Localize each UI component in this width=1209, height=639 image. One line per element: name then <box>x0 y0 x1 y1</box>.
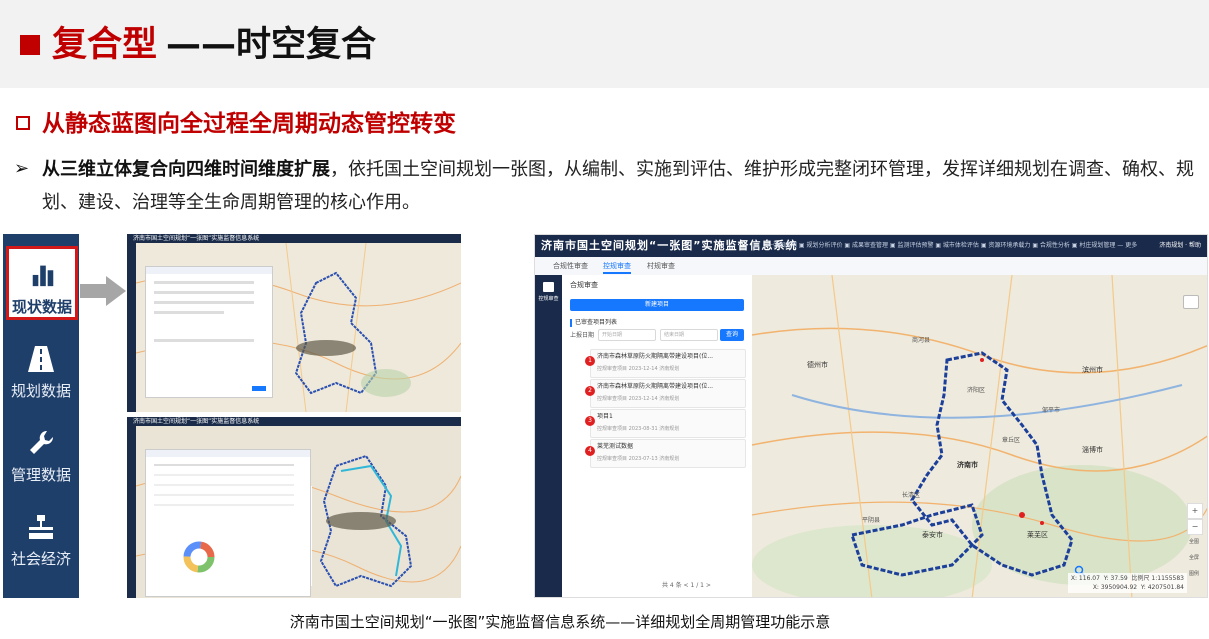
project-meta: 控规审查项目 2023-07-13 济南规划 <box>597 456 680 462</box>
map-label: 济南市 <box>957 461 978 469</box>
thumbnail-rail <box>127 243 136 412</box>
title-square-icon <box>20 35 40 55</box>
thumbnail-rail <box>127 426 136 598</box>
search-button[interactable]: 查询 <box>720 329 744 341</box>
thumbnail-dialog <box>145 266 273 398</box>
new-project-button[interactable]: 新建项目 <box>570 299 744 311</box>
sidebar-item-socioeconomic[interactable]: 社会经济 <box>3 498 79 576</box>
project-number-badge: 2 <box>585 386 595 396</box>
project-meta: 控规审查项目 2023-12-14 济南规划 <box>597 396 680 402</box>
app-menu[interactable]: 一张图应用 ▣ 规划分析评价 ▣ 成果审查管理 ▣ 监测评估预警 ▣ 城市体检评… <box>767 240 1137 252</box>
bullet-arrow-icon: ➢ <box>14 158 30 179</box>
project-name: 项目1 <box>597 413 613 420</box>
zoom-out-button[interactable]: − <box>1187 519 1203 535</box>
thumbnail-dialog <box>145 449 311 597</box>
tab-regulatory-plan-review[interactable]: 控规审查 <box>603 260 631 274</box>
project-number-badge: 1 <box>585 356 595 366</box>
map-label: 滨州市 <box>1082 366 1103 374</box>
end-date-field[interactable]: 结束日期 <box>660 329 718 341</box>
project-meta: 控规审查项目 2023-12-14 济南规划 <box>597 366 680 372</box>
thumbnail-header: 济南市国土空间规划“一张图”实施监督信息系统 <box>127 234 461 243</box>
map-label: 平阴县 <box>862 517 881 524</box>
map-label: 泰安市 <box>922 531 943 539</box>
arrow-right-icon <box>80 276 126 306</box>
pagination[interactable]: 共 4 条 < 1 / 1 > <box>662 581 711 591</box>
fullscreen-button[interactable]: 全屏 <box>1187 555 1201 562</box>
project-list-title: 已审查项目列表 <box>570 319 617 327</box>
slide-title-rest: ——时空复合 <box>166 25 377 65</box>
document-icon[interactable] <box>543 282 554 292</box>
map-label: 德州市 <box>807 361 828 369</box>
start-date-field[interactable]: 开始日期 <box>598 329 656 341</box>
map-label: 章丘区 <box>1002 437 1021 444</box>
sidebar-item-label: 社会经济 <box>10 550 71 568</box>
app-left-rail: 控规审查 <box>535 275 562 597</box>
app-header: 济南市国土空间规划“一张图”实施监督信息系统 一张图应用 ▣ 规划分析评价 ▣ … <box>535 235 1207 257</box>
tab-compliance-review[interactable]: 合规性审查 <box>553 260 588 272</box>
app-user-menu[interactable]: 济南规划 · 帮助 <box>1159 240 1201 252</box>
project-card[interactable]: 4 莱芜测试数据 控规审查项目 2023-07-13 济南规划 <box>585 439 746 468</box>
thumbnail-screenshot-top: 济南市国土空间规划“一张图”实施监督信息系统 <box>127 234 461 412</box>
project-card[interactable]: 3 项目1 控规审查项目 2023-08-31 济南规划 <box>585 409 746 438</box>
bullet-bold: 从三维立体复合向四维时间维度扩展 <box>42 159 330 180</box>
figure-caption: 济南市国土空间规划“一张图”实施监督信息系统——详细规划全周期管理功能示意 <box>289 613 831 631</box>
review-panel: 合规审查 新建项目 已审查项目列表 上报日期 开始日期 结束日期 查询 1 济南… <box>562 275 753 597</box>
project-meta: 控规审查项目 2023-08-31 济南规划 <box>597 426 680 432</box>
sidebar-item-status-data[interactable]: 现状数据 <box>6 246 78 320</box>
map-label: 淄博市 <box>1082 446 1103 454</box>
full-extent-button[interactable]: 全图 <box>1187 539 1201 546</box>
panel-title: 合规审查 <box>570 281 598 289</box>
data-sidebar: 现状数据 规划数据 管理数据 社会经济 <box>3 234 79 598</box>
app-title: 济南市国土空间规划“一张图”实施监督信息系统 <box>541 239 798 252</box>
sidebar-item-management-data[interactable]: 管理数据 <box>3 414 79 492</box>
map-label: 长清区 <box>902 492 921 499</box>
map-label: 邹平市 <box>1042 407 1061 414</box>
briefcase-icon[interactable] <box>1183 295 1199 309</box>
map-label: 济阳区 <box>967 387 986 394</box>
sidebar-item-label: 管理数据 <box>10 466 71 484</box>
sidebar-item-label: 现状数据 <box>11 298 72 316</box>
date-label: 上报日期 <box>570 332 595 339</box>
app-screenshot-main: 济南市国土空间规划“一张图”实施监督信息系统 一张图应用 ▣ 规划分析评价 ▣ … <box>534 234 1208 598</box>
road-icon <box>28 346 54 372</box>
org-chart-icon <box>29 515 53 539</box>
project-card[interactable]: 2 济南市森林草原防火期隔离带建设项目(位... 控规审查项目 2023-12-… <box>585 379 746 408</box>
project-name: 莱芜测试数据 <box>597 443 634 450</box>
thumbnail-header: 济南市国土空间规划“一张图”实施监督信息系统 <box>127 417 461 426</box>
map-label: 商河县 <box>912 337 931 344</box>
wrench-icon <box>30 430 54 454</box>
rail-label[interactable]: 控规审查 <box>535 295 562 303</box>
sidebar-item-label: 规划数据 <box>10 382 71 400</box>
project-card[interactable]: 1 济南市森林草原防火期隔离带建设项目(位... 控规审查项目 2023-12-… <box>585 349 746 378</box>
subheading: 从静态蓝图向全过程全周期动态管控转变 <box>42 111 456 137</box>
map-view[interactable]: 德州市 滨州市 济南市 淄博市 泰安市 莱芜区 章丘区 邹平市 济阳区 长清区 … <box>752 275 1207 597</box>
donut-chart-icon <box>183 541 215 573</box>
thumbnail-screenshot-bottom: 济南市国土空间规划“一张图”实施监督信息系统 <box>127 417 461 598</box>
project-number-badge: 3 <box>585 416 595 426</box>
tab-village-plan-review[interactable]: 村规审查 <box>647 260 675 272</box>
zoom-in-button[interactable]: + <box>1187 503 1203 519</box>
bullet-paragraph: 从三维立体复合向四维时间维度扩展，依托国土空间规划一张图，从编制、实施到评估、维… <box>42 153 1202 219</box>
project-number-badge: 4 <box>585 446 595 456</box>
map-label: 莱芜区 <box>1027 531 1048 539</box>
bar-chart-icon <box>32 265 54 287</box>
app-tabs: 合规性审查 控规审查 村规审查 <box>535 257 1207 276</box>
map-canvas <box>752 275 1207 597</box>
legend-button[interactable]: 图例 <box>1187 571 1201 578</box>
checkbox-square-icon <box>16 116 30 130</box>
project-name: 济南市森林草原防火期隔离带建设项目(位... <box>597 353 714 360</box>
project-name: 济南市森林草原防火期隔离带建设项目(位... <box>597 383 714 390</box>
sidebar-item-plan-data[interactable]: 规划数据 <box>3 330 79 408</box>
slide-title-main: 复合型 <box>52 25 158 65</box>
coordinate-readout: X: 116.07 Y: 37.59 比例尺 1:1155583 X: 3950… <box>1067 573 1187 593</box>
